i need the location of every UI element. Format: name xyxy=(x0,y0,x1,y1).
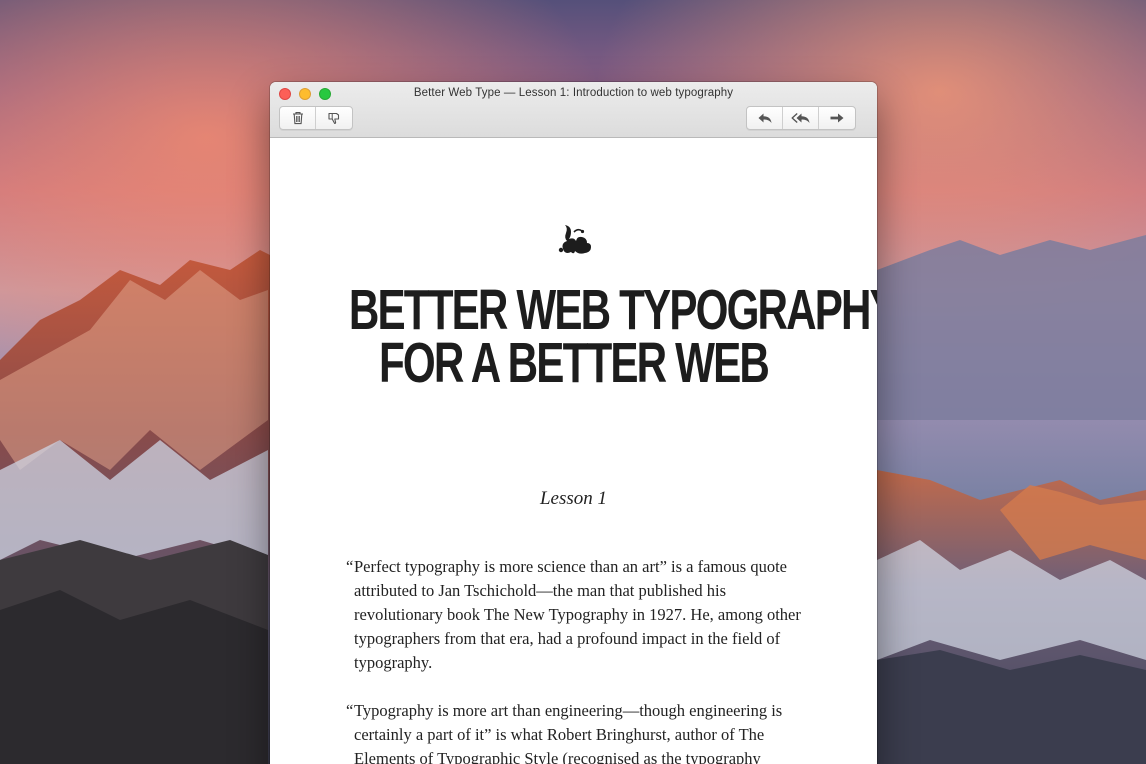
reply-button[interactable] xyxy=(747,107,783,129)
paragraph-2-text: Typography is more art than engineering—… xyxy=(354,701,783,764)
open-quote-mark: “ xyxy=(346,701,354,720)
forward-button[interactable] xyxy=(819,107,855,129)
paragraph-1: “Perfect typography is more science than… xyxy=(346,555,804,675)
forward-arrow-icon xyxy=(830,113,844,123)
reply-all-icon xyxy=(791,112,809,124)
message-body[interactable]: BETTER WEB TYPOGRAPHY FOR A BETTER WEB L… xyxy=(270,138,877,764)
reply-all-button[interactable] xyxy=(783,107,819,129)
headline-line-2: FOR A BETTER WEB xyxy=(378,331,770,395)
lesson-subtitle: Lesson 1 xyxy=(539,488,608,509)
fleuron-icon xyxy=(558,225,591,254)
delete-junk-button-group xyxy=(279,106,353,130)
window-titlebar[interactable]: Better Web Type — Lesson 1: Introduction… xyxy=(270,82,877,138)
headline-line-1: BETTER WEB TYPOGRAPHY xyxy=(348,278,877,342)
thumbs-down-icon xyxy=(328,112,340,124)
paragraph-1-text: Perfect typography is more science than … xyxy=(354,557,801,672)
open-quote-mark: “ xyxy=(346,557,354,576)
reply-forward-button-group xyxy=(746,106,856,130)
window-title: Better Web Type — Lesson 1: Introduction… xyxy=(413,87,734,99)
junk-button[interactable] xyxy=(316,107,352,129)
trash-icon xyxy=(292,112,303,125)
reply-icon xyxy=(758,113,771,123)
mail-window: Better Web Type — Lesson 1: Introduction… xyxy=(270,82,877,764)
paragraph-2: “Typography is more art than engineering… xyxy=(346,699,804,764)
article-headline: BETTER WEB TYPOGRAPHY FOR A BETTER WEB xyxy=(348,278,877,395)
delete-button[interactable] xyxy=(280,107,316,129)
